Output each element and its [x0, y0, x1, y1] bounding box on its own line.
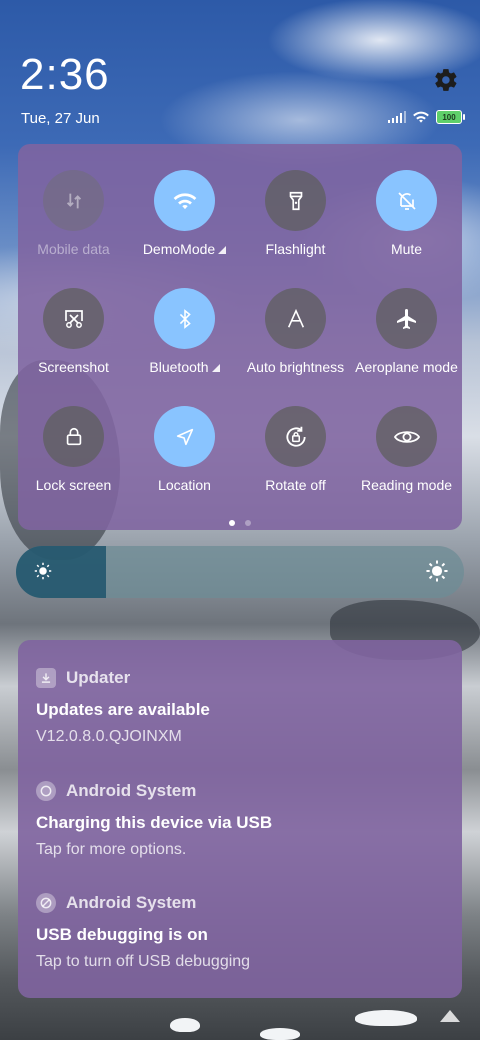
- gear-icon: [435, 69, 457, 91]
- notification-item[interactable]: Android System USB debugging is on Tap t…: [36, 891, 446, 971]
- notification-header: Updater: [36, 666, 446, 690]
- expand-arrow-icon[interactable]: [211, 364, 220, 372]
- notification-item[interactable]: Updater Updates are available V12.0.8.0.…: [36, 666, 446, 746]
- brightness-fill: [16, 546, 106, 598]
- notification-panel: Updater Updates are available V12.0.8.0.…: [18, 640, 462, 998]
- airplane-icon: [396, 308, 416, 329]
- update-icon: [41, 673, 51, 683]
- tile-label: Location: [158, 477, 211, 493]
- tile-screenshot[interactable]: Screenshot: [18, 288, 129, 391]
- page-dot: [245, 520, 251, 526]
- tile-button[interactable]: [376, 170, 437, 231]
- tile-label: Flashlight: [265, 241, 326, 257]
- notification-text: V12.0.8.0.QJOINXM: [36, 728, 182, 745]
- battery-icon: 100: [436, 110, 465, 124]
- notification-app-name: Updater: [66, 668, 131, 687]
- page-indicator: [18, 520, 462, 526]
- location-icon: [176, 428, 193, 445]
- tile-button[interactable]: [154, 170, 215, 231]
- signal-icon: [388, 111, 406, 123]
- brightness-high-icon: [426, 560, 448, 582]
- tile-mobile-data[interactable]: Mobile data: [18, 170, 129, 273]
- expand-arrow-icon[interactable]: [218, 246, 227, 254]
- notification-app-name: Android System: [66, 781, 197, 800]
- wallpaper-snow: [355, 1010, 417, 1026]
- notification-text: Tap to turn off USB debugging: [36, 953, 251, 970]
- tile-label: Reading mode: [360, 477, 453, 493]
- tile-flashlight[interactable]: Flashlight: [240, 170, 351, 273]
- tile-button[interactable]: [376, 288, 437, 349]
- settings-button[interactable]: [432, 66, 460, 94]
- android-system-icon: [36, 893, 56, 913]
- tile-label: Screenshot: [38, 359, 109, 375]
- tile-label: Aeroplane mode: [355, 359, 458, 375]
- wifi-icon: [173, 192, 196, 209]
- tile-button[interactable]: [154, 406, 215, 467]
- tile-button[interactable]: [265, 406, 326, 467]
- wifi-status-icon: [413, 111, 429, 123]
- tile-button[interactable]: [376, 406, 437, 467]
- tile-rotate-off[interactable]: Rotate off: [240, 406, 351, 509]
- collapse-handle-icon[interactable]: [440, 1010, 460, 1022]
- tile-button[interactable]: [154, 288, 215, 349]
- notification-text: Tap for more options.: [36, 841, 187, 858]
- mobile-data-icon: [66, 193, 81, 208]
- tile-label: Mute: [390, 241, 423, 257]
- notification-title: Updates are available: [36, 700, 210, 719]
- updater-app-icon: [36, 668, 56, 688]
- date[interactable]: Tue, 27 Jun: [21, 110, 100, 127]
- tile-button[interactable]: [265, 170, 326, 231]
- rotate-lock-icon: [285, 426, 306, 447]
- notification-header: Android System: [36, 891, 446, 915]
- tile-button[interactable]: [43, 288, 104, 349]
- tile-label: Rotate off: [265, 477, 326, 493]
- brightness-slider[interactable]: [16, 546, 464, 598]
- tile-button[interactable]: [43, 170, 104, 231]
- eye-icon: [393, 430, 420, 443]
- tile-label: Mobile data: [37, 241, 110, 257]
- tile-location[interactable]: Location: [129, 406, 240, 509]
- flashlight-icon: [289, 191, 302, 210]
- tile-label: Bluetooth: [149, 359, 220, 375]
- notification-header: Android System: [36, 779, 446, 803]
- tile-bluetooth[interactable]: Bluetooth: [129, 288, 240, 391]
- wallpaper-snow: [260, 1028, 300, 1040]
- debug-icon: [40, 897, 52, 909]
- brightness-low-icon: [34, 562, 52, 580]
- android-system-icon: [36, 781, 56, 801]
- notification-title: USB debugging is on: [36, 925, 208, 944]
- bluetooth-icon: [179, 308, 191, 329]
- bell-off-icon: [397, 191, 416, 210]
- notification-title: Charging this device via USB: [36, 813, 273, 832]
- battery-level: 100: [442, 112, 456, 122]
- tile-auto-brightness[interactable]: Auto brightness: [240, 288, 351, 391]
- lock-icon: [66, 427, 81, 445]
- auto-brightness-icon: [287, 308, 304, 328]
- tile-label: Lock screen: [35, 477, 112, 493]
- tile-reading-mode[interactable]: Reading mode: [351, 406, 462, 509]
- screenshot-icon: [64, 309, 83, 328]
- tile-wifi[interactable]: DemoMode: [129, 170, 240, 273]
- tile-label: DemoMode: [143, 241, 227, 257]
- tile-mute[interactable]: Mute: [351, 170, 462, 273]
- usb-icon: [40, 785, 52, 797]
- tile-button[interactable]: [43, 406, 104, 467]
- status-icons: 100: [388, 108, 465, 126]
- wallpaper-snow: [170, 1018, 200, 1032]
- tile-lock-screen[interactable]: Lock screen: [18, 406, 129, 509]
- notification-app-name: Android System: [66, 893, 197, 912]
- quick-settings-panel: Mobile data DemoMode Flashlight Mute Scr…: [18, 144, 462, 530]
- clock[interactable]: 2:36: [20, 50, 110, 100]
- tile-aeroplane-mode[interactable]: Aeroplane mode: [351, 288, 462, 391]
- page-dot-active: [229, 520, 235, 526]
- tile-button[interactable]: [265, 288, 326, 349]
- quick-settings-grid: Mobile data DemoMode Flashlight Mute Scr…: [18, 170, 462, 509]
- notification-item[interactable]: Android System Charging this device via …: [36, 779, 446, 859]
- tile-label: Auto brightness: [246, 359, 345, 375]
